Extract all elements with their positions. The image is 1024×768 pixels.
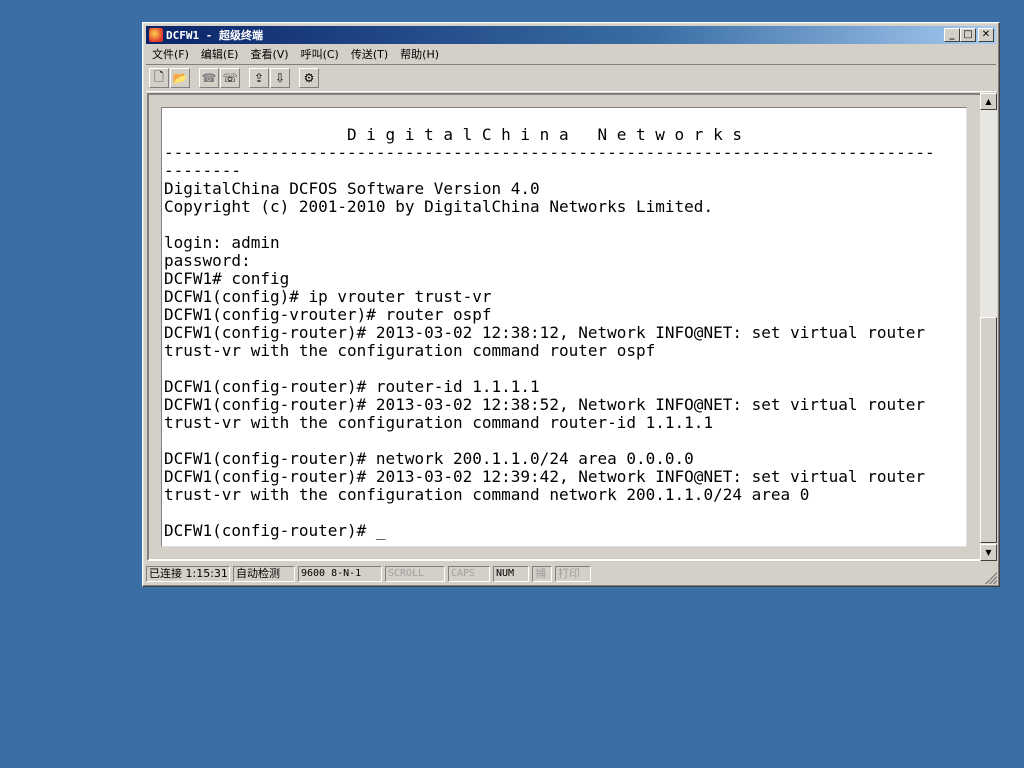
maximize-button[interactable]: □ [960,28,976,42]
status-bar: 已连接 1:15:31 自动检测 9600 8-N-1 SCROLL CAPS … [146,565,996,583]
toolbar-group-transfer: ⇪ ⇩ [249,68,291,88]
terminal-line: login: admin [164,233,280,252]
status-connected: 已连接 1:15:31 [146,566,230,582]
send-icon[interactable]: ⇪ [249,68,269,88]
open-icon[interactable]: 📂 [170,68,190,88]
scroll-up-button[interactable]: ▲ [980,93,997,110]
terminal-line: ----------------------------------------… [164,143,935,162]
terminal-line: trust-vr with the configuration command … [164,341,656,360]
menu-help[interactable]: 帮助(H) [394,46,445,62]
window-title: DCFW1 - 超级终端 [166,29,263,42]
scroll-down-button[interactable]: ▼ [980,544,997,561]
terminal-line: DCFW1(config-router)# 2013-03-02 12:38:5… [164,395,925,414]
terminal-client-area: D i g i t a l C h i n a N e t w o r k s-… [147,93,984,561]
receive-icon[interactable]: ⇩ [270,68,290,88]
connect-icon[interactable]: ☎ [199,68,219,88]
terminal-line: DCFW1(config-router)# _ [164,521,386,540]
status-capture: 捕 [532,566,552,582]
terminal-line: DCFW1# config [164,269,290,288]
status-print: 打印 [555,566,591,582]
vertical-scrollbar[interactable]: ▲ ▼ [980,93,997,561]
terminal-line: DigitalChina DCFOS Software Version 4.0 [164,179,540,198]
terminal-line: DCFW1(config)# ip vrouter trust-vr [164,287,492,306]
toolbar-group-properties: ⚙ [299,68,320,88]
menu-call[interactable]: 呼叫(C) [295,46,345,62]
hyperterminal-app-icon[interactable] [149,28,163,42]
new-icon[interactable]: 🗋 [149,68,169,88]
disconnect-icon[interactable]: ☏ [220,68,240,88]
scroll-thumb[interactable] [980,317,997,543]
toolbar-group-file: 🗋 📂 [149,68,191,88]
status-scroll: SCROLL [385,566,445,582]
menu-bar: 文件(F) 编辑(E) 查看(V) 呼叫(C) 传送(T) 帮助(H) [146,45,996,63]
caption-buttons: _ □ ✕ [944,28,994,42]
terminal-line: DCFW1(config-router)# 2013-03-02 12:39:4… [164,467,925,486]
terminal-output: D i g i t a l C h i n a N e t w o r k s-… [164,126,964,540]
menu-edit[interactable]: 编辑(E) [195,46,245,62]
menu-file[interactable]: 文件(F) [146,46,195,62]
toolbar-group-connect: ☎ ☏ [199,68,241,88]
properties-icon[interactable]: ⚙ [299,68,319,88]
terminal-line: trust-vr with the configuration command … [164,485,810,504]
close-button[interactable]: ✕ [978,28,994,42]
menu-view[interactable]: 查看(V) [244,46,294,62]
terminal-line: DCFW1(config-router)# router-id 1.1.1.1 [164,377,540,396]
terminal-line: -------- [164,161,242,180]
terminal-line: DCFW1(config-router)# 2013-03-02 12:38:1… [164,323,925,342]
terminal-line: DCFW1(config-vrouter)# router ospf [164,305,492,324]
resize-grip-icon[interactable] [985,572,997,584]
title-bar[interactable]: DCFW1 - 超级终端 _ □ ✕ [146,26,996,44]
toolbar: 🗋 📂 ☎ ☏ ⇪ ⇩ ⚙ [146,64,996,92]
terminal-line: password: [164,251,251,270]
terminal-line: trust-vr with the configuration command … [164,413,714,432]
status-caps: CAPS [448,566,490,582]
terminal-line: DCFW1(config-router)# network 200.1.1.0/… [164,449,694,468]
hyperterminal-window: DCFW1 - 超级终端 _ □ ✕ 文件(F) 编辑(E) 查看(V) 呼叫(… [142,22,1000,587]
menu-transfer[interactable]: 传送(T) [345,46,394,62]
terminal-line: Copyright (c) 2001-2010 by DigitalChina … [164,197,714,216]
terminal-line: D i g i t a l C h i n a N e t w o r k s [164,125,742,144]
status-num: NUM [493,566,529,582]
terminal-screen[interactable]: D i g i t a l C h i n a N e t w o r k s-… [161,107,967,547]
minimize-button[interactable]: _ [944,28,960,42]
status-port-settings: 9600 8-N-1 [298,566,382,582]
status-detect: 自动检测 [233,566,295,582]
